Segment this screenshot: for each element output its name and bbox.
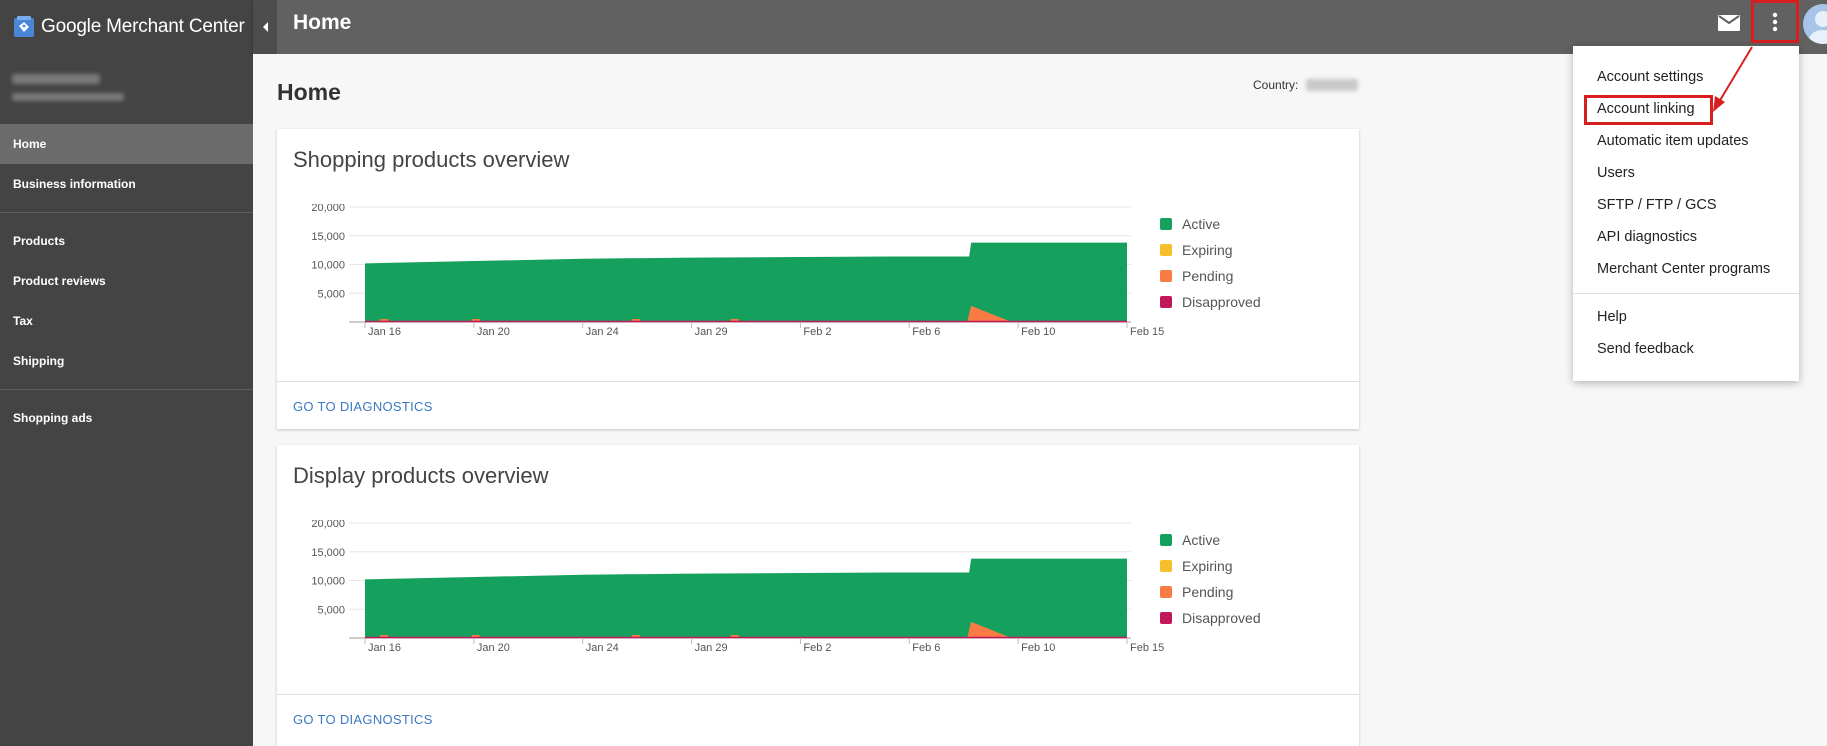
chevron-left-icon: [263, 22, 268, 32]
legend-swatch: [1160, 296, 1172, 308]
sidebar: Google Merchant Center Home Business inf…: [0, 0, 253, 746]
sidebar-item-tax[interactable]: Tax: [0, 301, 253, 341]
x-tick-label: Jan 24: [586, 642, 619, 654]
x-tick-label: Jan 24: [586, 326, 619, 338]
go-to-diagnostics-link[interactable]: GO TO DIAGNOSTICS: [293, 399, 433, 414]
menu-item-sftp-ftp-gcs[interactable]: SFTP / FTP / GCS: [1597, 197, 1717, 213]
legend-label: Expiring: [1182, 242, 1233, 258]
x-tick-label: Feb 2: [803, 642, 831, 654]
country-label: Country:: [1253, 78, 1299, 92]
account-id-redacted: [12, 93, 124, 101]
x-tick-label: Feb 15: [1130, 642, 1164, 654]
sidebar-item-shipping[interactable]: Shipping: [0, 341, 253, 381]
shopping-products-chart: 20,000 15,000 10,000 5,000 Jan 16 Jan 20 Jan 2…: [311, 204, 1261, 338]
y-tick-label: 15,000: [311, 231, 345, 243]
legend-label: Pending: [1182, 268, 1233, 284]
x-tick-label: Feb 2: [803, 326, 831, 338]
legend-label: Active: [1182, 532, 1220, 548]
y-tick-label: 20,000: [311, 204, 345, 214]
x-tick-label: Jan 20: [477, 326, 510, 338]
country-value-redacted: [1306, 79, 1359, 91]
y-tick-label: 5,000: [317, 604, 345, 616]
x-tick-label: Feb 10: [1021, 326, 1055, 338]
account-info[interactable]: [0, 54, 253, 124]
x-tick-label: Feb 10: [1021, 642, 1055, 654]
x-tick-label: Feb 15: [1130, 326, 1164, 338]
topbar-title: Home: [293, 11, 352, 34]
x-tick-label: Jan 20: [477, 642, 510, 654]
sidebar-divider: [0, 389, 253, 390]
more-options-button[interactable]: [1751, 0, 1799, 43]
menu-item-automatic-item-updates[interactable]: Automatic item updates: [1597, 133, 1749, 149]
country-selector[interactable]: Country:: [1253, 78, 1359, 92]
user-icon: [1809, 11, 1827, 44]
sidebar-item-business-information[interactable]: Business information: [0, 164, 253, 204]
y-tick-label: 5,000: [317, 288, 345, 300]
collapse-sidebar-button[interactable]: [253, 0, 277, 54]
annotation-arrow-icon: [1713, 46, 1753, 112]
menu-item-users[interactable]: Users: [1597, 165, 1635, 181]
sidebar-divider: [0, 212, 253, 213]
display-products-card: Display products overview 20,000 15,000 10…: [277, 445, 1359, 746]
legend-swatch: [1160, 244, 1172, 256]
legend-swatch: [1160, 586, 1172, 598]
merchant-center-logo-icon: [14, 16, 34, 37]
sidebar-item-shopping-ads[interactable]: Shopping ads: [0, 398, 253, 438]
x-tick-label: Jan 16: [368, 642, 401, 654]
legend-swatch: [1160, 560, 1172, 572]
legend-label: Active: [1182, 216, 1220, 232]
brand[interactable]: Google Merchant Center: [0, 0, 253, 54]
legend-label: Disapproved: [1182, 294, 1261, 310]
card-title: Display products overview: [293, 463, 549, 488]
legend-swatch: [1160, 218, 1172, 230]
shopping-products-card: Shopping products overview 20,000 15,000 1…: [277, 129, 1359, 429]
more-vert-icon: [1772, 12, 1778, 31]
sidebar-item-product-reviews[interactable]: Product reviews: [0, 261, 253, 301]
legend-label: Expiring: [1182, 558, 1233, 574]
page-title: Home: [277, 79, 341, 105]
account-name-redacted: [12, 74, 100, 84]
avatar[interactable]: [1803, 4, 1827, 44]
x-tick-label: Jan 16: [368, 326, 401, 338]
menu-item-help[interactable]: Help: [1597, 309, 1627, 325]
sidebar-item-products[interactable]: Products: [0, 221, 253, 261]
legend-swatch: [1160, 270, 1172, 282]
highlight-box: [1584, 95, 1713, 125]
menu-item-send-feedback[interactable]: Send feedback: [1597, 341, 1694, 357]
card-title: Shopping products overview: [293, 147, 570, 172]
brand-name: Google Merchant Center: [41, 16, 245, 37]
mail-icon[interactable]: [1716, 12, 1742, 34]
y-tick-label: 20,000: [311, 520, 345, 530]
legend-swatch: [1160, 612, 1172, 624]
x-tick-label: Jan 29: [695, 642, 728, 654]
menu-divider: [1573, 293, 1799, 294]
y-tick-label: 15,000: [311, 547, 345, 559]
display-products-chart: 20,000 15,000 10,000 5,000 Jan 16 Jan 20 Jan 2…: [311, 520, 1261, 654]
series-area-active: [365, 558, 1127, 638]
x-tick-label: Jan 29: [695, 326, 728, 338]
card-divider: [277, 694, 1359, 695]
sidebar-item-home[interactable]: Home: [0, 124, 253, 164]
menu-item-account-settings[interactable]: Account settings: [1597, 69, 1703, 85]
x-tick-label: Feb 6: [912, 326, 940, 338]
legend-label: Disapproved: [1182, 610, 1261, 626]
menu-item-merchant-center-programs[interactable]: Merchant Center programs: [1597, 261, 1770, 277]
y-tick-label: 10,000: [311, 576, 345, 588]
menu-item-api-diagnostics[interactable]: API diagnostics: [1597, 229, 1697, 245]
x-tick-label: Feb 6: [912, 642, 940, 654]
go-to-diagnostics-link[interactable]: GO TO DIAGNOSTICS: [293, 712, 433, 727]
card-divider: [277, 381, 1359, 382]
legend-swatch: [1160, 534, 1172, 546]
y-tick-label: 10,000: [311, 260, 345, 272]
legend-label: Pending: [1182, 584, 1233, 600]
series-area-active: [365, 242, 1127, 322]
